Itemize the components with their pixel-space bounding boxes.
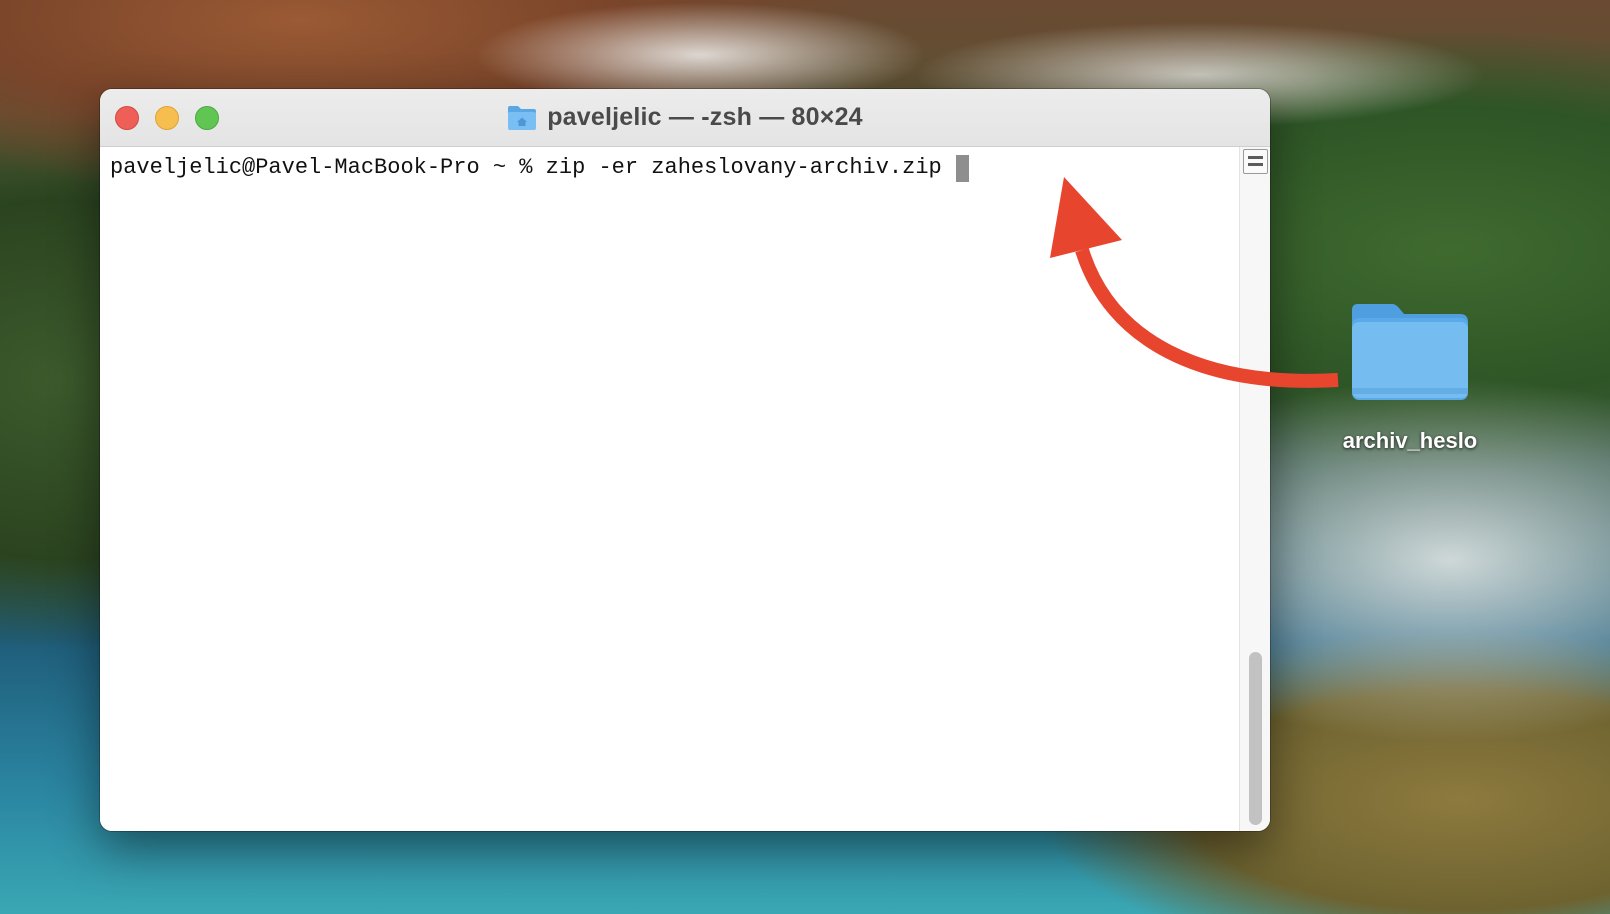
- vertical-scrollbar[interactable]: [1239, 147, 1270, 831]
- terminal-line: paveljelic@Pavel-MacBook-Pro ~ % zip -er…: [110, 153, 1230, 183]
- split-pane-button[interactable]: [1243, 149, 1268, 174]
- terminal-content[interactable]: paveljelic@Pavel-MacBook-Pro ~ % zip -er…: [100, 147, 1240, 831]
- prompt-text: paveljelic@Pavel-MacBook-Pro ~ %: [110, 155, 546, 180]
- title-bar[interactable]: paveljelic — -zsh — 80×24: [100, 89, 1270, 147]
- folder-icon: [1352, 304, 1468, 400]
- split-pane-icon-top: [1248, 156, 1263, 159]
- terminal-window[interactable]: paveljelic — -zsh — 80×24 paveljelic@Pav…: [100, 89, 1270, 831]
- window-title: paveljelic — -zsh — 80×24: [547, 103, 863, 131]
- folder-label: archiv_heslo: [1342, 428, 1478, 453]
- split-pane-icon-bottom: [1248, 163, 1263, 166]
- desktop-folder-archiv-heslo[interactable]: archiv_heslo: [1320, 300, 1500, 454]
- desktop: paveljelic — -zsh — 80×24 paveljelic@Pav…: [0, 0, 1610, 914]
- home-folder-icon: [508, 106, 537, 130]
- command-text: zip -er zaheslovany-archiv.zip: [545, 155, 942, 180]
- title-wrap: paveljelic — -zsh — 80×24: [100, 89, 1270, 146]
- scroll-thumb[interactable]: [1249, 652, 1262, 825]
- text-cursor: [955, 154, 969, 182]
